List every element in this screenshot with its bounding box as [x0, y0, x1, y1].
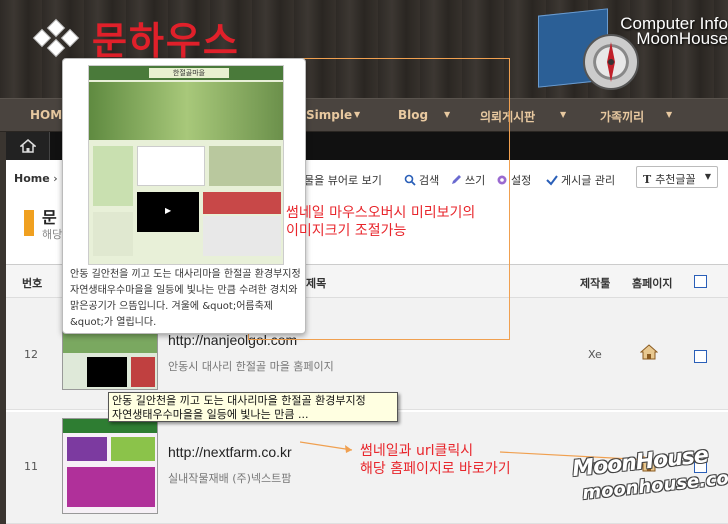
font-select[interactable]: T 추천글꼴 ▼: [636, 166, 718, 188]
logo-diamonds-icon: [32, 18, 80, 58]
chevron-down-icon: ▼: [704, 172, 711, 181]
header-homepage[interactable]: 홈페이지: [632, 275, 672, 291]
brand-title: Computer Info MoonHouse: [620, 14, 728, 48]
row-number: 12: [24, 348, 38, 361]
preview-description: 안동 길안천을 끼고 도는 대사리마을 한절골 환경부지정 자연생태우수마을을 …: [70, 269, 301, 328]
row-description: 실내작물재배 (주)넥스트팜: [168, 472, 292, 485]
home-icon: [20, 139, 36, 153]
brand-banner: Computer Info MoonHouse: [538, 8, 728, 94]
check-icon: [546, 175, 558, 186]
select-all-checkbox[interactable]: [694, 275, 707, 288]
play-icon: ▶: [165, 206, 172, 215]
preview-site-title: 한절골마을: [149, 68, 229, 78]
row-checkbox[interactable]: [694, 350, 707, 363]
nav-item-family[interactable]: 가족끼리: [600, 108, 644, 125]
breadcrumb-separator: ›: [53, 172, 58, 185]
chevron-down-icon: ▼: [560, 110, 567, 119]
breadcrumb: Home ›: [14, 172, 58, 185]
thumbnail-preview-popup: 한절골마을 ▶ 안동 길안천을 끼고 도는 대사리마을 한절골 환경부지정 자연…: [62, 58, 306, 334]
board-title-marker: [24, 210, 34, 236]
row-number: 11: [24, 460, 38, 473]
board-subtitle: 해당: [42, 228, 63, 241]
header-maker[interactable]: 제작툴: [580, 275, 610, 291]
row-maker: Xe: [588, 348, 602, 361]
manage-posts-button[interactable]: 게시글 관리: [546, 172, 615, 188]
preview-image: 한절골마을 ▶: [88, 65, 284, 265]
thumbnail-tooltip: 안동 길안천을 끼고 도는 대사리마을 한절골 환경부지정 자연생태우수마을을 …: [108, 392, 398, 422]
chevron-down-icon: ▼: [666, 110, 673, 119]
row-thumbnail[interactable]: [62, 418, 158, 514]
site-logo[interactable]: 문하우스: [92, 10, 240, 65]
board-title: 문: [42, 208, 57, 227]
row-url-link[interactable]: http://nextfarm.co.kr: [168, 444, 292, 460]
font-icon: T: [643, 173, 652, 186]
home-button[interactable]: [6, 132, 50, 160]
homepage-house-icon[interactable]: [640, 344, 658, 360]
header-num[interactable]: 번호: [22, 275, 42, 291]
annotation-preview-size: 썸네일 마우스오버시 미리보기의 이미지크기 조절가능: [286, 205, 476, 239]
row-description: 안동시 대사리 한절골 마을 홈페이지: [168, 360, 334, 373]
breadcrumb-home[interactable]: Home: [14, 172, 50, 185]
